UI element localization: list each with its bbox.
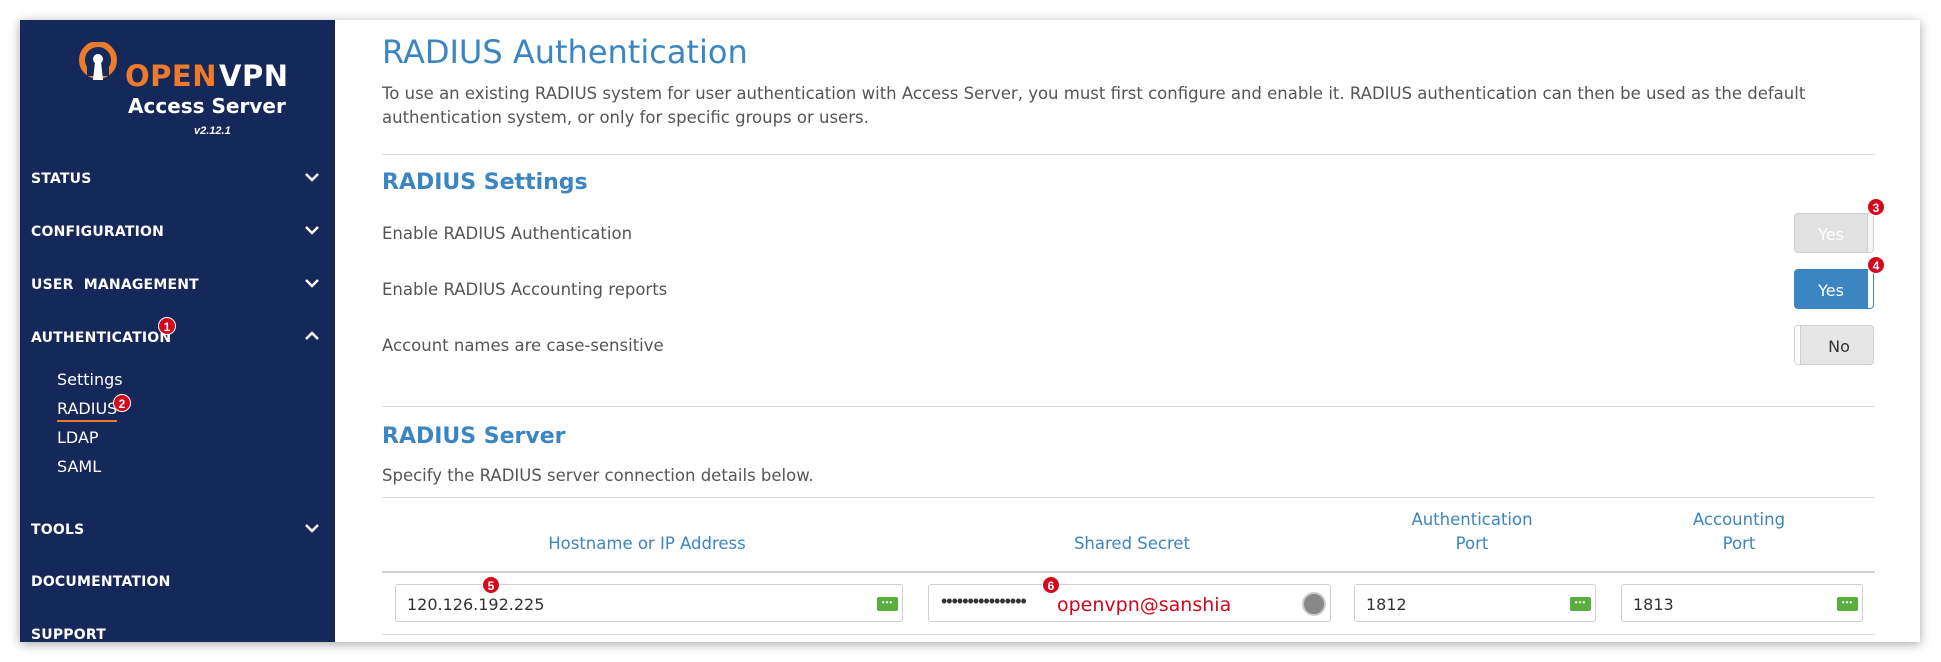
col-shared-secret: Shared Secret <box>1073 534 1191 553</box>
main-content: RADIUS Authentication To use an existing… <box>335 20 1920 642</box>
nav-tools[interactable]: TOOLS <box>20 509 335 549</box>
version-label: v2.12.1 <box>194 125 231 137</box>
nav-user-management[interactable]: USER MANAGEMENT <box>20 264 335 304</box>
toggle-value: Yes <box>1818 225 1844 244</box>
nav-status[interactable]: STATUS <box>20 158 335 198</box>
nav-tools-label: TOOLS <box>31 522 85 538</box>
radius-settings-title: RADIUS Settings <box>382 170 588 195</box>
chevron-down-icon <box>303 519 321 537</box>
radius-server-description: Specify the RADIUS server connection det… <box>382 466 814 485</box>
annotation-badge-2: 2 <box>113 394 131 412</box>
nav-documentation-label: DOCUMENTATION <box>31 574 171 590</box>
nav-support-label: SUPPORT <box>31 627 106 642</box>
nav-documentation[interactable]: DOCUMENTATION <box>20 561 335 601</box>
openvpn-logo-icon <box>79 42 117 80</box>
divider <box>382 634 1875 635</box>
acct-port-value: 1813 <box>1633 595 1674 614</box>
annotation-badge-1: 1 <box>158 317 176 335</box>
toggle-knob <box>1867 270 1873 308</box>
product-subtitle: Access Server <box>128 94 286 118</box>
brand-open-text: OPEN <box>125 59 217 93</box>
shared-secret-input[interactable]: •••••••••••••••• openvpn@sanshia <box>928 584 1331 622</box>
nav-status-label: STATUS <box>31 171 92 187</box>
auth-port-input[interactable]: 1812 ••• <box>1354 584 1596 622</box>
toggle-knob <box>1867 214 1873 252</box>
hostname-value: 120.126.192.225 <box>407 595 545 614</box>
subnav-settings[interactable]: Settings <box>57 370 123 389</box>
app-window: OPEN VPN Access Server v2.12.1 STATUS CO… <box>20 20 1920 642</box>
annotation-badge-4: 4 <box>1867 256 1885 274</box>
chevron-up-icon <box>303 327 321 345</box>
openvpn-logo[interactable]: OPEN VPN Access Server v2.12.1 <box>78 42 288 142</box>
secret-masked-value: •••••••••••••••• <box>941 591 1027 611</box>
chevron-down-icon <box>303 221 321 239</box>
case-sensitive-toggle[interactable]: No <box>1794 325 1874 365</box>
nav-support[interactable]: SUPPORT <box>20 614 335 642</box>
enable-radius-auth-toggle[interactable]: Yes <box>1794 213 1874 253</box>
nav-user-management-label: USER MANAGEMENT <box>31 277 199 293</box>
keyboard-icon: ••• <box>877 597 898 611</box>
subnav-radius[interactable]: RADIUS <box>57 399 118 422</box>
subnav-saml[interactable]: SAML <box>57 457 101 476</box>
keyboard-icon: ••• <box>1570 597 1591 611</box>
show-password-icon[interactable] <box>1302 592 1326 616</box>
page-description: To use an existing RADIUS system for use… <box>382 84 1806 127</box>
toggle-value: Yes <box>1818 281 1844 300</box>
col-auth-port: Authentication Port <box>1411 510 1533 553</box>
divider <box>382 497 1875 498</box>
acct-port-input[interactable]: 1813 ••• <box>1621 584 1863 622</box>
enable-radius-auth-label: Enable RADIUS Authentication <box>382 224 633 243</box>
annotation-badge-5: 5 <box>482 576 500 594</box>
page-title: RADIUS Authentication <box>382 33 748 71</box>
chevron-down-icon <box>303 274 321 292</box>
enable-radius-accounting-label: Enable RADIUS Accounting reports <box>382 280 668 299</box>
radius-server-title: RADIUS Server <box>382 424 566 449</box>
toggle-value: No <box>1828 337 1850 356</box>
sidebar: OPEN VPN Access Server v2.12.1 STATUS CO… <box>20 20 335 642</box>
nav-authentication-label: AUTHENTICATION <box>31 330 172 346</box>
divider <box>382 406 1875 407</box>
annotation-badge-6: 6 <box>1042 576 1060 594</box>
hostname-input[interactable]: 120.126.192.225 ••• <box>395 584 903 622</box>
col-hostname: Hostname or IP Address <box>548 534 746 553</box>
secret-annotation: openvpn@sanshia <box>1057 594 1232 616</box>
subnav-ldap[interactable]: LDAP <box>57 428 99 447</box>
enable-radius-accounting-toggle[interactable]: Yes <box>1794 269 1874 309</box>
keyboard-icon: ••• <box>1837 597 1858 611</box>
nav-authentication[interactable]: AUTHENTICATION 1 <box>20 317 335 357</box>
table-header-divider <box>382 571 1875 573</box>
auth-port-value: 1812 <box>1366 595 1407 614</box>
brand-vpn-text: VPN <box>219 59 289 93</box>
annotation-badge-3: 3 <box>1867 198 1885 216</box>
nav-configuration-label: CONFIGURATION <box>31 224 165 240</box>
divider <box>382 154 1875 155</box>
chevron-down-icon <box>303 168 321 186</box>
col-acct-port: Accounting Port <box>1692 510 1786 553</box>
nav-configuration[interactable]: CONFIGURATION <box>20 211 335 251</box>
case-sensitive-label: Account names are case-sensitive <box>382 336 664 355</box>
